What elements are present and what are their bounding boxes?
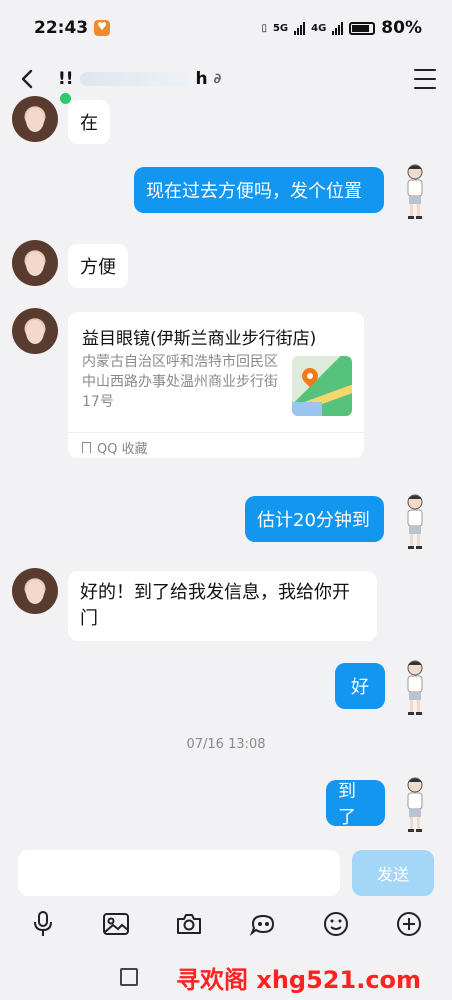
message-text: 在 [80,113,98,134]
battery-percent: 80% [381,18,422,38]
red-packet-icon[interactable] [248,909,278,939]
message-bubble-received[interactable]: 在 [68,100,110,144]
status-bar: 22:43 ▯ 5G 4G 80% [0,0,452,56]
system-nav-bar: 寻欢阁 xhg521.com [0,956,452,1000]
title-redacted [79,72,190,86]
chevron-left-icon[interactable] [16,67,40,91]
emoji-icon[interactable] [321,909,351,939]
vibrate-icon: ▯ [261,22,267,34]
chat-title[interactable]: !! h ∂ [58,69,222,104]
message-text: 好 [351,677,369,698]
input-toolbar [0,904,452,944]
message-text: 到了 [338,781,356,828]
network-4g-label: 4G [311,22,327,34]
watermark: 寻欢阁 xhg521.com [176,966,422,994]
location-address: 内蒙古自治区呼和浩特市回民区中山西路办事处温州商业步行街17号 [82,354,278,410]
avatar-self[interactable] [400,658,430,718]
bookmark-icon [82,442,91,453]
message-bubble-sent[interactable]: 现在过去方便吗，发个位置 [134,167,384,213]
location-card[interactable]: 益目眼镜(伊斯兰商业步行街店) 内蒙古自治区呼和浩特市回民区中山西路办事处温州商… [68,312,364,458]
microphone-icon[interactable] [28,909,58,939]
status-time: 22:43 [34,18,89,38]
message-bubble-received[interactable]: 好的！到了给我发信息，我给你开门 [68,571,377,641]
avatar[interactable] [12,96,58,142]
input-area: 发送 寻欢阁 xhg521.com [0,842,452,1000]
avatar[interactable] [12,240,58,286]
map-pin-icon [298,364,322,388]
map-thumbnail [292,356,352,416]
message-bubble-sent[interactable]: 到了 [326,780,385,828]
signal-icon [294,21,306,35]
message-bubble-sent[interactable]: 好 [335,663,385,709]
divider [68,432,364,433]
avatar-self[interactable] [400,162,430,222]
online-status-dot [60,93,71,104]
message-bubble-sent[interactable]: 估计20分钟到 [245,496,384,542]
app-notification-icon [94,20,111,36]
network-5g-label: 5G [272,22,289,34]
message-text: 估计20分钟到 [257,510,370,531]
image-icon[interactable] [101,909,131,939]
location-source-label: QQ 收藏 [97,442,148,457]
message-timestamp: 07/16 13:08 [186,737,266,752]
signal-icon-2 [332,21,344,35]
status-indicators: ▯ 5G 4G 80% [261,18,422,38]
hamburger-icon[interactable] [414,69,436,89]
recents-icon[interactable] [120,968,138,986]
title-fragment-right: h [195,69,208,89]
chat-header: !! h ∂ [0,56,452,104]
avatar-self[interactable] [400,775,430,835]
battery-icon [349,21,376,35]
message-text: 现在过去方便吗，发个位置 [146,181,362,202]
title-fragment-left: !! [58,69,74,89]
message-text: 好的！到了给我发信息，我给你开门 [80,582,350,629]
location-source: QQ 收藏 [82,438,148,457]
message-input[interactable] [18,850,340,896]
avatar[interactable] [12,568,58,614]
message-bubble-received[interactable]: 方便 [68,244,128,288]
avatar-self[interactable] [400,492,430,552]
location-title: 益目眼镜(伊斯兰商业步行街店) [82,329,317,349]
message-text: 方便 [80,257,116,278]
send-button[interactable]: 发送 [352,850,434,896]
avatar[interactable] [12,308,58,354]
ear-icon: ∂ [213,71,222,87]
plus-icon[interactable] [394,909,424,939]
camera-icon[interactable] [174,909,204,939]
